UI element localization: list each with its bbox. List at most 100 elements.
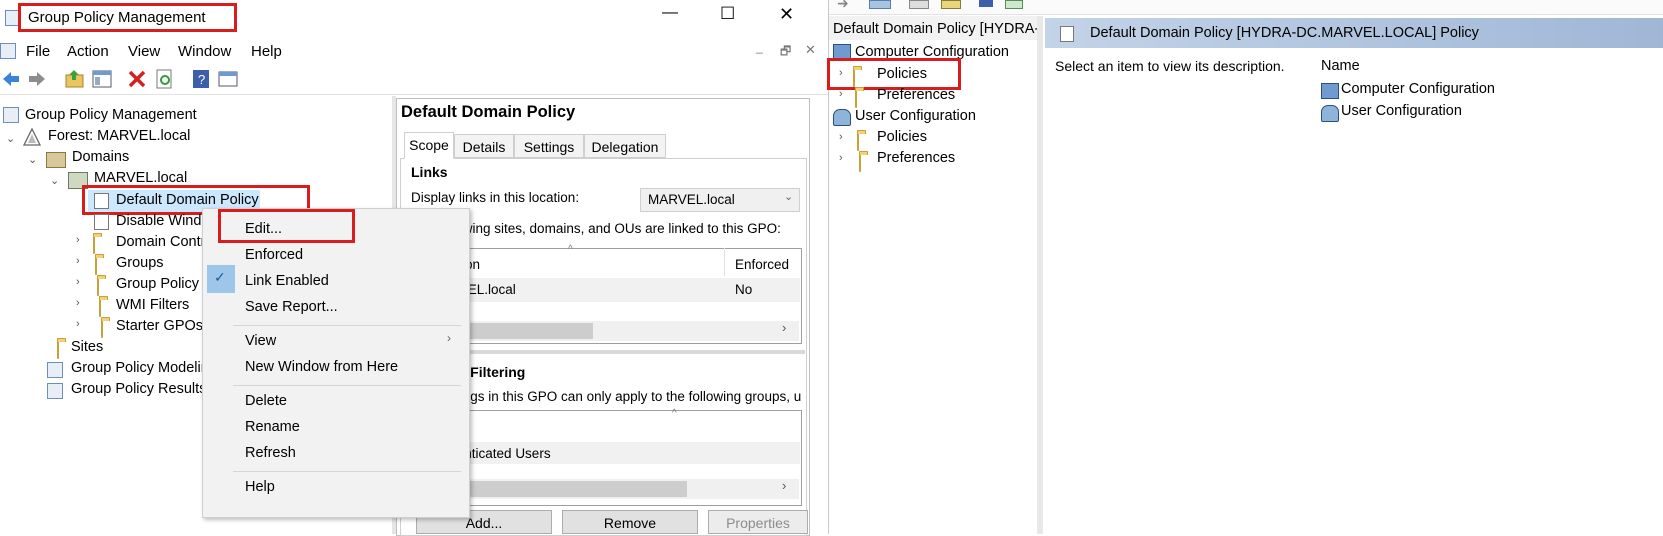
tree-groups[interactable]: Groups	[116, 253, 164, 273]
minimize-button[interactable]: —	[662, 4, 678, 22]
chevron-down-icon[interactable]: ⌄	[6, 132, 15, 145]
tab-scope[interactable]: Scope	[404, 132, 454, 159]
chevron-right-icon[interactable]: ›	[839, 131, 843, 143]
chevron-right-icon[interactable]: ›	[76, 318, 80, 330]
menu-item-save-report[interactable]: Save Report...	[245, 295, 338, 319]
tree-wmi-filters[interactable]: WMI Filters	[116, 295, 189, 315]
properties-button[interactable]: Properties	[708, 510, 808, 534]
menu-item-view[interactable]: View	[245, 329, 276, 353]
sort-up-icon: ^	[568, 244, 573, 255]
row-enforced: No	[735, 282, 753, 297]
menu-item-enforced[interactable]: Enforced	[245, 243, 303, 267]
tree-sites[interactable]: Sites	[71, 337, 103, 357]
filter-icon[interactable]	[1005, 0, 1023, 9]
sort-up-icon: ^	[672, 408, 677, 419]
display-links-label: Display links in this location:	[411, 190, 580, 205]
chevron-right-icon[interactable]: ›	[76, 234, 80, 246]
gpo-folder-icon	[97, 278, 99, 296]
chevron-right-icon[interactable]: ›	[76, 255, 80, 267]
tab-details[interactable]: Details	[454, 134, 514, 158]
user-config-icon	[1321, 105, 1339, 122]
scrollbar-thumb[interactable]	[437, 481, 687, 497]
location-dropdown-value: MARVEL.local	[648, 192, 735, 207]
menu-item-delete[interactable]: Delete	[245, 389, 287, 413]
chevron-down-icon: ⌄	[784, 191, 794, 203]
computer-config-icon	[1321, 83, 1339, 99]
menu-window[interactable]: Window	[178, 43, 231, 60]
menu-help[interactable]: Help	[251, 43, 282, 60]
chevron-right-icon[interactable]: ›	[839, 88, 843, 100]
tree-uc-preferences[interactable]: Preferences	[877, 148, 955, 168]
menu-separator	[233, 385, 461, 386]
menu-item-rename[interactable]: Rename	[245, 415, 300, 439]
sites-icon	[57, 341, 59, 359]
mdi-close-button[interactable]: ✕	[805, 42, 816, 58]
tree-cc-preferences[interactable]: Preferences	[877, 85, 955, 105]
menu-item-link-enabled[interactable]: Link Enabled	[245, 269, 329, 293]
mdi-minimize-button[interactable]: _	[756, 40, 763, 54]
show-hide-tree-icon[interactable]	[91, 68, 113, 90]
highlight-edit	[218, 209, 355, 243]
tab-delegation[interactable]: Delegation	[584, 134, 666, 158]
highlight-title	[18, 3, 237, 32]
chevron-down-icon[interactable]: ⌄	[28, 153, 37, 166]
tree-domains[interactable]: Domains	[72, 147, 129, 167]
export-icon[interactable]	[909, 0, 929, 9]
chevron-right-icon[interactable]: ›	[839, 152, 843, 164]
menu-view[interactable]: View	[128, 43, 160, 60]
content-title: Default Domain Policy [HYDRA-DC.MARVEL.L…	[1090, 25, 1479, 41]
list-item-user-configuration[interactable]: User Configuration	[1341, 103, 1462, 119]
col-enforced-header[interactable]: Enforced	[735, 257, 789, 272]
refresh-icon[interactable]	[154, 68, 176, 90]
forward-arrow-icon[interactable]	[26, 68, 48, 90]
tree-group-policy-results[interactable]: Group Policy Results	[71, 379, 206, 399]
column-divider	[724, 248, 725, 276]
list-item-computer-configuration[interactable]: Computer Configuration	[1341, 81, 1495, 97]
tree-user-configuration[interactable]: User Configuration	[855, 106, 976, 126]
forward-arrow-icon[interactable]: ➜	[837, 0, 849, 12]
properties-icon[interactable]	[941, 0, 961, 9]
ou-icon	[93, 236, 95, 254]
gpme-tree-header-label[interactable]: Default Domain Policy [HYDRA-DC.MARVEL.L…	[833, 21, 1037, 37]
back-arrow-icon[interactable]	[0, 68, 22, 90]
scroll-right-icon[interactable]: ›	[782, 478, 786, 493]
tree-starter-gpos[interactable]: Starter GPOs	[116, 316, 203, 336]
menu-separator	[233, 325, 461, 326]
scroll-right-icon[interactable]: ›	[782, 320, 786, 335]
menu-item-refresh[interactable]: Refresh	[245, 441, 296, 465]
ou-icon	[95, 257, 97, 275]
tree-group-policy-modeling[interactable]: Group Policy Modeling	[71, 358, 217, 378]
close-button[interactable]: ✕	[779, 4, 794, 25]
gpme-window: ➜ Default Domain Policy [HYDRA-DC.MARVEL…	[827, 0, 1663, 534]
detail-title: Default Domain Policy	[401, 103, 576, 121]
maximize-button[interactable]: ☐	[720, 4, 735, 24]
help-icon[interactable]: ?	[190, 68, 212, 90]
properties-icon[interactable]	[217, 68, 239, 90]
menu-item-help[interactable]: Help	[245, 475, 275, 499]
tree-uc-policies[interactable]: Policies	[877, 127, 927, 147]
gpo-link-icon	[94, 214, 109, 230]
mdi-restore-button[interactable]: 🗗	[780, 42, 791, 63]
help-icon[interactable]	[979, 0, 993, 7]
svg-text:?: ?	[198, 72, 205, 87]
folder-icon	[857, 133, 859, 151]
tab-settings[interactable]: Settings	[514, 134, 584, 158]
gpo-policy-icon	[1060, 26, 1074, 42]
tree-forest[interactable]: Forest: MARVEL.local	[48, 126, 190, 146]
menu-item-new-window[interactable]: New Window from Here	[245, 355, 398, 379]
menu-file[interactable]: File	[26, 43, 50, 60]
chevron-down-icon[interactable]: ⌄	[50, 174, 59, 187]
up-folder-icon[interactable]	[64, 68, 86, 90]
menu-action[interactable]: Action	[67, 43, 109, 60]
menu-separator	[233, 471, 461, 472]
name-column-header[interactable]: Name	[1321, 58, 1360, 74]
tree-toggle-icon[interactable]	[869, 0, 891, 9]
delete-icon[interactable]	[126, 68, 148, 90]
chevron-right-icon[interactable]: ›	[76, 297, 80, 309]
chevron-right-icon[interactable]: ›	[76, 276, 80, 288]
console-icon	[0, 43, 16, 59]
starter-gpo-folder-icon	[101, 320, 103, 338]
wmi-folder-icon	[99, 299, 101, 317]
tree-root[interactable]: Group Policy Management	[25, 105, 197, 125]
remove-button[interactable]: Remove	[562, 510, 698, 534]
